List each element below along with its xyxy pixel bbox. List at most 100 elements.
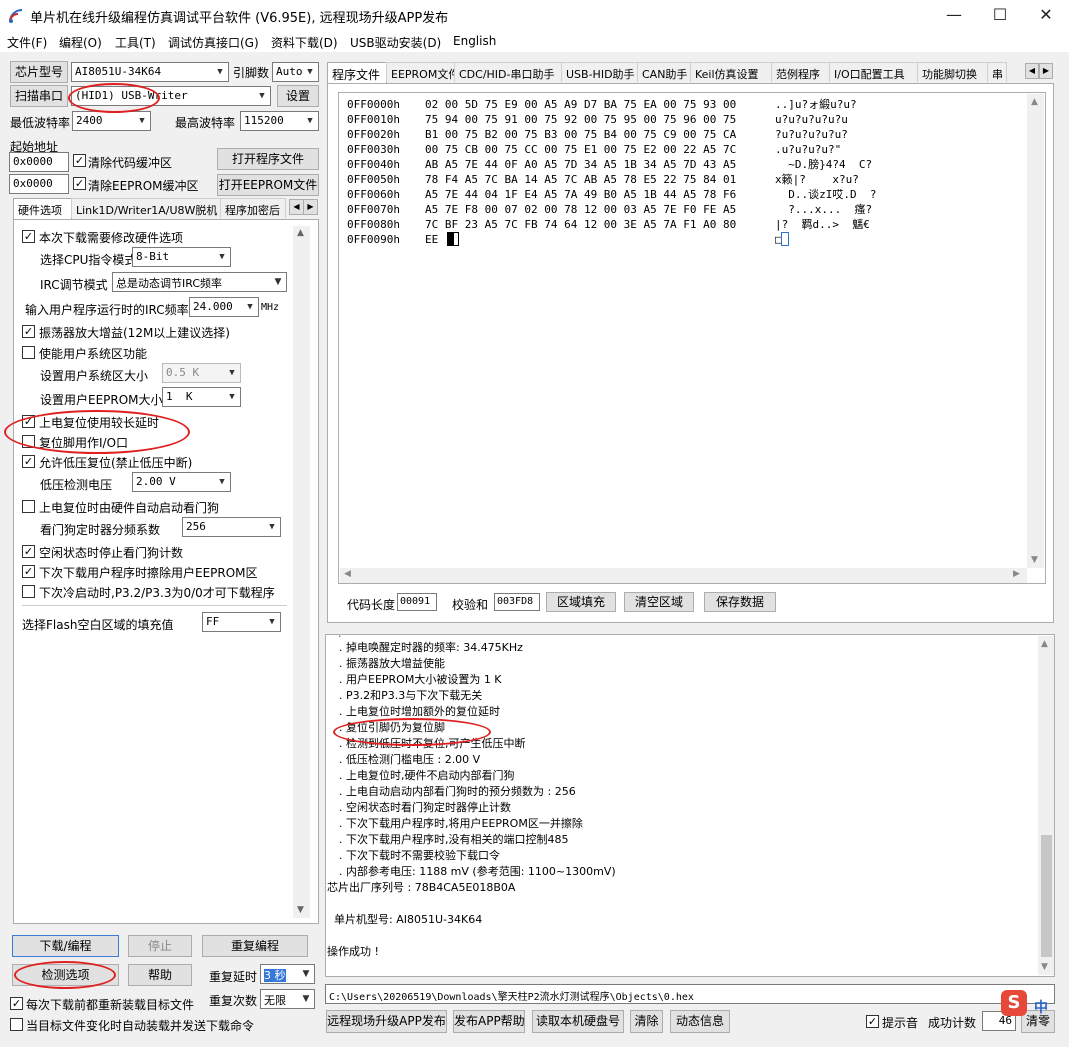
eeprom-addr-input[interactable]: 0x0000 xyxy=(9,174,69,194)
clear-area-button[interactable]: 清空区域 xyxy=(624,592,694,612)
hardware-scrollbar[interactable] xyxy=(293,226,310,918)
scroll-left-icon[interactable]: ◀ xyxy=(344,569,351,579)
scroll-down-icon[interactable]: ▼ xyxy=(1031,555,1038,565)
tab-keil[interactable]: Keil仿真设置 xyxy=(690,62,772,82)
right-tab-left-icon[interactable]: ◀ xyxy=(1025,63,1039,79)
chip-model-button[interactable]: 芯片型号 xyxy=(10,61,68,83)
erase-eeprom-checkbox[interactable]: ✓ xyxy=(22,565,35,578)
wdt-auto-checkbox[interactable] xyxy=(22,500,35,513)
tab-usb-hid[interactable]: USB-HID助手 xyxy=(561,62,638,82)
pin-count-select[interactable]: Auto ▼ xyxy=(272,62,319,82)
publish-app-button[interactable]: 远程现场升级APP发布 xyxy=(326,1010,447,1033)
hex-bytes[interactable]: A5 7E F8 00 07 02 00 78 12 00 03 A5 7E F… xyxy=(425,202,736,217)
flash-fill-select[interactable]: FF ▼ xyxy=(202,612,281,632)
hex-bytes[interactable]: 75 94 00 75 91 00 75 92 00 75 95 00 75 9… xyxy=(425,112,736,127)
scroll-up-icon[interactable]: ▲ xyxy=(297,228,304,238)
maximize-icon[interactable]: ☐ xyxy=(977,0,1023,32)
clear-log-button[interactable]: 清除 xyxy=(630,1010,663,1033)
tab-offline[interactable]: Link1D/Writer1A/U8W脱机 xyxy=(71,198,221,218)
tab-scroll-left-icon[interactable]: ◀ xyxy=(289,199,304,215)
repeat-count-select[interactable]: 无限 ▼ xyxy=(260,989,315,1009)
hex-hscroll[interactable] xyxy=(340,568,1027,583)
hex-bytes[interactable]: 00 75 CB 00 75 CC 00 75 E1 00 75 E2 00 2… xyxy=(425,142,736,157)
hex-ascii[interactable]: ?u?u?u?u?u? xyxy=(775,127,848,142)
chip-model-select[interactable]: AI8051U-34K64 ▼ xyxy=(71,62,229,82)
minimize-icon[interactable]: — xyxy=(931,0,977,32)
repeat-delay-select[interactable]: 3 秒 ▼ xyxy=(260,964,315,984)
irc-mode-select[interactable]: 总是动态调节IRC频率 ▼ xyxy=(112,272,287,292)
hex-ascii[interactable]: ?...x... 瘙? xyxy=(775,202,872,217)
open-program-button[interactable]: 打开程序文件 xyxy=(217,148,319,170)
settings-button[interactable]: 设置 xyxy=(277,85,319,107)
reload-before-checkbox[interactable]: ✓ xyxy=(10,997,23,1010)
right-tab-right-icon[interactable]: ▶ xyxy=(1039,63,1053,79)
hex-bytes[interactable]: AB A5 7E 44 0F A0 A5 7D 34 A5 1B 34 A5 7… xyxy=(425,157,736,172)
hex-ascii[interactable]: |? 羁d..> 魑€ xyxy=(775,217,870,232)
scroll-up-icon[interactable]: ▲ xyxy=(1031,97,1038,107)
tab-can[interactable]: CAN助手 xyxy=(637,62,691,82)
tab-scroll-right-icon[interactable]: ▶ xyxy=(303,199,318,215)
menu-english[interactable]: English xyxy=(453,34,496,48)
file-path-field[interactable]: C:\Users\20206519\Downloads\擎天柱P2流水灯测试程序… xyxy=(325,984,1055,1004)
cpu-mode-select[interactable]: 8-Bit ▼ xyxy=(132,247,231,267)
modify-hw-checkbox[interactable]: ✓ xyxy=(22,230,35,243)
tab-io-config[interactable]: I/O口配置工具 xyxy=(829,62,918,82)
publish-help-button[interactable]: 发布APP帮助 xyxy=(453,1010,525,1033)
idle-wdt-checkbox[interactable]: ✓ xyxy=(22,545,35,558)
save-data-button[interactable]: 保存数据 xyxy=(704,592,776,612)
log-scroll-thumb[interactable] xyxy=(1041,835,1052,957)
tab-pin-switch[interactable]: 功能脚切换 xyxy=(917,62,988,82)
hex-bytes[interactable]: A5 7E 44 04 1F E4 A5 7A 49 B0 A5 1B 44 A… xyxy=(425,187,736,202)
wdt-div-select[interactable]: 256 ▼ xyxy=(182,517,281,537)
hex-bytes[interactable]: 02 00 5D 75 E9 00 A5 A9 D7 BA 75 EA 00 7… xyxy=(425,97,736,112)
ime-mode-label[interactable]: 中 xyxy=(1034,997,1048,1017)
dynamic-info-button[interactable]: 动态信息 xyxy=(670,1010,730,1033)
clear-code-checkbox[interactable]: ✓ xyxy=(73,154,86,167)
open-eeprom-button[interactable]: 打开EEPROM文件 xyxy=(217,174,319,196)
hex-ascii[interactable]: D..谈zI哎.D ? xyxy=(775,187,876,202)
lvd-voltage-select[interactable]: 2.00 V ▼ xyxy=(132,472,231,492)
scroll-right-icon[interactable]: ▶ xyxy=(1013,569,1020,579)
auto-download-checkbox[interactable] xyxy=(10,1018,23,1031)
reprogram-button[interactable]: 重复编程 xyxy=(202,935,308,957)
scroll-down-icon[interactable]: ▼ xyxy=(1041,962,1048,972)
hex-bytes[interactable]: EE xyxy=(425,232,438,247)
tab-cdc-hid[interactable]: CDC/HID-串口助手 xyxy=(454,62,562,82)
eeprom-size-select[interactable]: 1 K ▼ xyxy=(162,387,241,407)
tab-serial[interactable]: 串 xyxy=(987,62,1007,82)
tab-program-file[interactable]: 程序文件 xyxy=(327,62,387,84)
hex-bytes[interactable]: B1 00 75 B2 00 75 B3 00 75 B4 00 75 C9 0… xyxy=(425,127,736,142)
hex-bytes[interactable]: 78 F4 A5 7C BA 14 A5 7C AB A5 78 E5 22 7… xyxy=(425,172,736,187)
beep-checkbox[interactable]: ✓ xyxy=(866,1015,879,1028)
tab-encrypt[interactable]: 程序加密后 xyxy=(220,198,286,218)
p32-p33-checkbox[interactable] xyxy=(22,585,35,598)
menu-download[interactable]: 资料下载(D) xyxy=(271,34,338,51)
area-fill-button[interactable]: 区域填充 xyxy=(546,592,616,612)
hex-ascii[interactable]: u?u?u?u?u?u xyxy=(775,112,848,127)
scroll-up-icon[interactable]: ▲ xyxy=(1041,639,1048,649)
hex-ascii[interactable]: .u?u?u?u?" xyxy=(775,142,841,157)
scroll-down-icon[interactable]: ▼ xyxy=(297,905,304,915)
lvd-reset-checkbox[interactable]: ✓ xyxy=(22,455,35,468)
ime-logo-icon[interactable]: S xyxy=(1001,990,1027,1016)
sys-area-size-select[interactable]: 0.5 K ▼ xyxy=(162,363,241,383)
osc-gain-checkbox[interactable]: ✓ xyxy=(22,325,35,338)
menu-program[interactable]: 编程(O) xyxy=(59,34,102,51)
stop-button[interactable]: 停止 xyxy=(128,935,192,957)
scan-port-button[interactable]: 扫描串口 xyxy=(10,85,68,107)
read-disk-button[interactable]: 读取本机硬盘号 xyxy=(532,1010,624,1033)
help-button[interactable]: 帮助 xyxy=(128,964,192,986)
tab-examples[interactable]: 范例程序 xyxy=(771,62,830,82)
tab-eeprom-file[interactable]: EEPROM文件 xyxy=(386,62,459,82)
menu-debug[interactable]: 调试仿真接口(G) xyxy=(168,34,259,51)
close-icon[interactable]: ✕ xyxy=(1023,0,1069,32)
hex-ascii[interactable]: ..]u?ォ緞u?u? xyxy=(775,97,857,112)
code-addr-input[interactable]: 0x0000 xyxy=(9,152,69,172)
irc-freq-select[interactable]: 24.000 ▼ xyxy=(189,297,259,317)
menu-file[interactable]: 文件(F) xyxy=(7,34,47,51)
min-baud-select[interactable]: 2400 ▼ xyxy=(72,111,151,131)
hex-ascii[interactable]: ~D.膀}4?4 C? xyxy=(775,157,872,172)
download-button[interactable]: 下载/编程 xyxy=(12,935,119,957)
clear-eeprom-checkbox[interactable]: ✓ xyxy=(73,177,86,190)
sys-area-checkbox[interactable] xyxy=(22,346,35,359)
